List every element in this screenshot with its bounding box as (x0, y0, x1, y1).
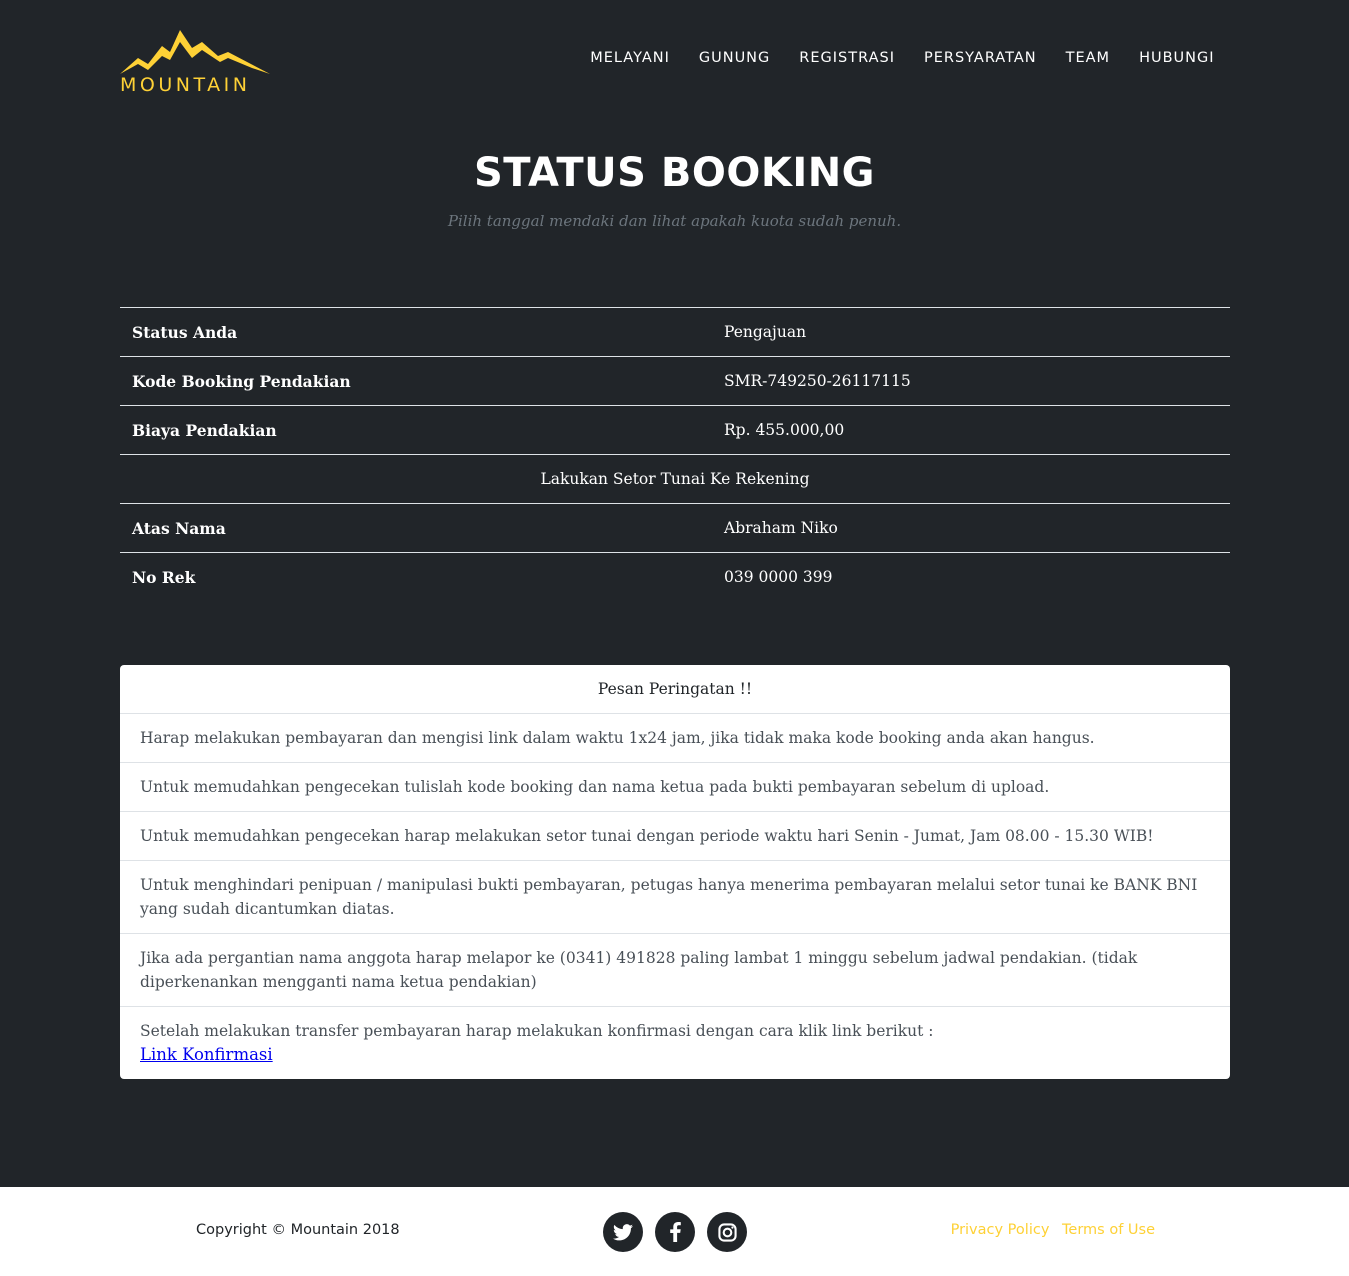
row-label: Biaya Pendakian (120, 405, 712, 455)
table-row: Kode Booking Pendakian SMR-749250-261171… (120, 356, 1230, 406)
brand-logo[interactable]: MOUNTAIN (120, 28, 270, 98)
page-subtitle: Pilih tanggal mendaki dan lihat apakah k… (447, 212, 902, 230)
row-label: Status Anda (120, 307, 712, 357)
site-header: MOUNTAIN MELAYANI GUNUNG REGISTRASI PERS… (0, 0, 1349, 120)
instagram-icon (717, 1222, 737, 1242)
warning-card: Pesan Peringatan !! Harap melakukan pemb… (120, 665, 1230, 1079)
list-item: Jika ada pergantian nama anggota harap m… (120, 934, 1230, 1007)
nav-item-registrasi[interactable]: REGISTRASI (785, 50, 910, 66)
warning-title: Pesan Peringatan !! (120, 665, 1230, 714)
privacy-policy-link[interactable]: Privacy Policy (951, 1222, 1050, 1238)
page-title: STATUS BOOKING (473, 150, 876, 196)
twitter-button[interactable] (603, 1212, 643, 1252)
nav-item-melayani[interactable]: MELAYANI (576, 50, 685, 66)
list-item: Untuk memudahkan pengecekan tulislah kod… (120, 763, 1230, 812)
mountain-logo-icon (120, 30, 270, 74)
row-label: Kode Booking Pendakian (120, 356, 712, 406)
terms-of-use-link[interactable]: Terms of Use (1062, 1222, 1155, 1238)
table-row: No Rek 039 0000 399 (120, 552, 1230, 602)
social-links (603, 1212, 747, 1252)
row-value: Abraham Niko (712, 503, 1230, 553)
deposit-note: Lakukan Setor Tunai Ke Rekening (120, 454, 1230, 504)
nav-item-hubungi[interactable]: HUBUNGI (1125, 50, 1229, 66)
facebook-icon (669, 1222, 681, 1242)
table-row: Lakukan Setor Tunai Ke Rekening (120, 454, 1230, 504)
list-item: Setelah melakukan transfer pembayaran ha… (120, 1007, 1230, 1079)
twitter-icon (613, 1223, 633, 1240)
brand-name: MOUNTAIN (120, 74, 251, 96)
nav-item-team[interactable]: TEAM (1051, 50, 1124, 66)
list-item: Untuk menghindari penipuan / manipulasi … (120, 861, 1230, 934)
row-value: SMR-749250-26117115 (712, 356, 1230, 406)
confirmation-text: Setelah melakukan transfer pembayaran ha… (140, 1022, 934, 1040)
site-footer: Copyright © Mountain 2018 Privacy Policy… (0, 1187, 1349, 1276)
nav-item-gunung[interactable]: GUNUNG (684, 50, 784, 66)
confirmation-link[interactable]: Link Konfirmasi (140, 1045, 273, 1064)
row-label: Atas Nama (120, 503, 712, 553)
list-item: Harap melakukan pembayaran dan mengisi l… (120, 714, 1230, 763)
list-item: Untuk memudahkan pengecekan harap melaku… (120, 812, 1230, 861)
row-value: Rp. 455.000,00 (712, 405, 1230, 455)
instagram-button[interactable] (707, 1212, 747, 1252)
row-value: 039 0000 399 (712, 552, 1230, 602)
nav-item-persyaratan[interactable]: PERSYARATAN (909, 50, 1051, 66)
table-row: Status Anda Pengajuan (120, 307, 1230, 357)
booking-status-table: Status Anda Pengajuan Kode Booking Penda… (120, 307, 1230, 602)
footer-links: Privacy Policy Terms of Use (943, 1222, 1155, 1238)
facebook-button[interactable] (655, 1212, 695, 1252)
table-row: Atas Nama Abraham Niko (120, 503, 1230, 553)
row-label: No Rek (120, 552, 712, 602)
table-row: Biaya Pendakian Rp. 455.000,00 (120, 405, 1230, 455)
row-value: Pengajuan (712, 307, 1230, 357)
main-nav: MELAYANI GUNUNG REGISTRASI PERSYARATAN T… (576, 50, 1229, 66)
copyright-text: Copyright © Mountain 2018 (196, 1222, 400, 1238)
